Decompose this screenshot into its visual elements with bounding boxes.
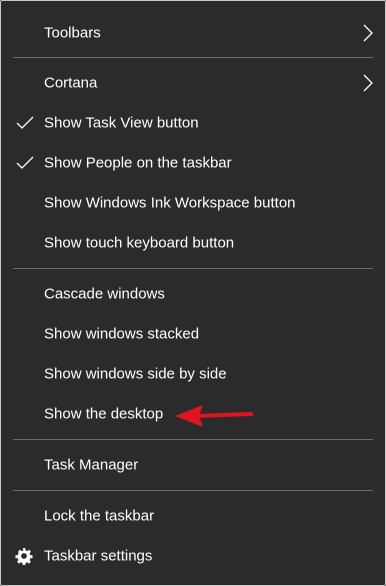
taskbar-context-menu: Toolbars Cortana Show Task View button S… <box>0 0 386 586</box>
menu-item-label: Taskbar settings <box>44 547 153 565</box>
menu-item-label: Toolbars <box>44 24 101 42</box>
menu-item-show-task-view[interactable]: Show Task View button <box>1 103 385 143</box>
menu-separator <box>13 268 373 269</box>
menu-item-label: Lock the taskbar <box>44 507 155 525</box>
menu-item-label: Cortana <box>44 74 98 92</box>
menu-separator <box>13 439 373 440</box>
menu-item-label: Show the desktop <box>44 405 164 423</box>
menu-item-toolbars[interactable]: Toolbars <box>1 13 385 53</box>
menu-item-taskbar-settings[interactable]: Taskbar settings <box>1 536 385 576</box>
menu-item-show-ink-workspace[interactable]: Show Windows Ink Workspace button <box>1 183 385 223</box>
menu-item-lock-taskbar[interactable]: Lock the taskbar <box>1 496 385 536</box>
menu-item-cortana[interactable]: Cortana <box>1 63 385 103</box>
chevron-right-icon <box>363 24 373 42</box>
menu-item-show-people[interactable]: Show People on the taskbar <box>1 143 385 183</box>
menu-item-label: Show People on the taskbar <box>44 154 232 172</box>
menu-item-label: Show windows side by side <box>44 365 227 383</box>
menu-item-label: Show Task View button <box>44 114 199 132</box>
menu-item-show-side-by-side[interactable]: Show windows side by side <box>1 354 385 394</box>
menu-item-label: Cascade windows <box>44 285 165 303</box>
menu-item-task-manager[interactable]: Task Manager <box>1 445 385 485</box>
checkmark-icon <box>16 116 34 129</box>
menu-separator <box>13 57 373 58</box>
gear-icon <box>15 548 33 565</box>
menu-item-label: Task Manager <box>44 456 139 474</box>
red-arrow-icon <box>175 405 253 427</box>
chevron-right-icon <box>363 74 373 92</box>
menu-item-cascade-windows[interactable]: Cascade windows <box>1 274 385 314</box>
menu-item-show-windows-stacked[interactable]: Show windows stacked <box>1 314 385 354</box>
menu-item-label: Show Windows Ink Workspace button <box>44 194 296 212</box>
menu-item-label: Show touch keyboard button <box>44 234 235 252</box>
menu-item-show-touch-keyboard[interactable]: Show touch keyboard button <box>1 223 385 263</box>
menu-separator <box>13 490 373 491</box>
menu-item-label: Show windows stacked <box>44 325 200 343</box>
checkmark-icon <box>16 156 34 169</box>
